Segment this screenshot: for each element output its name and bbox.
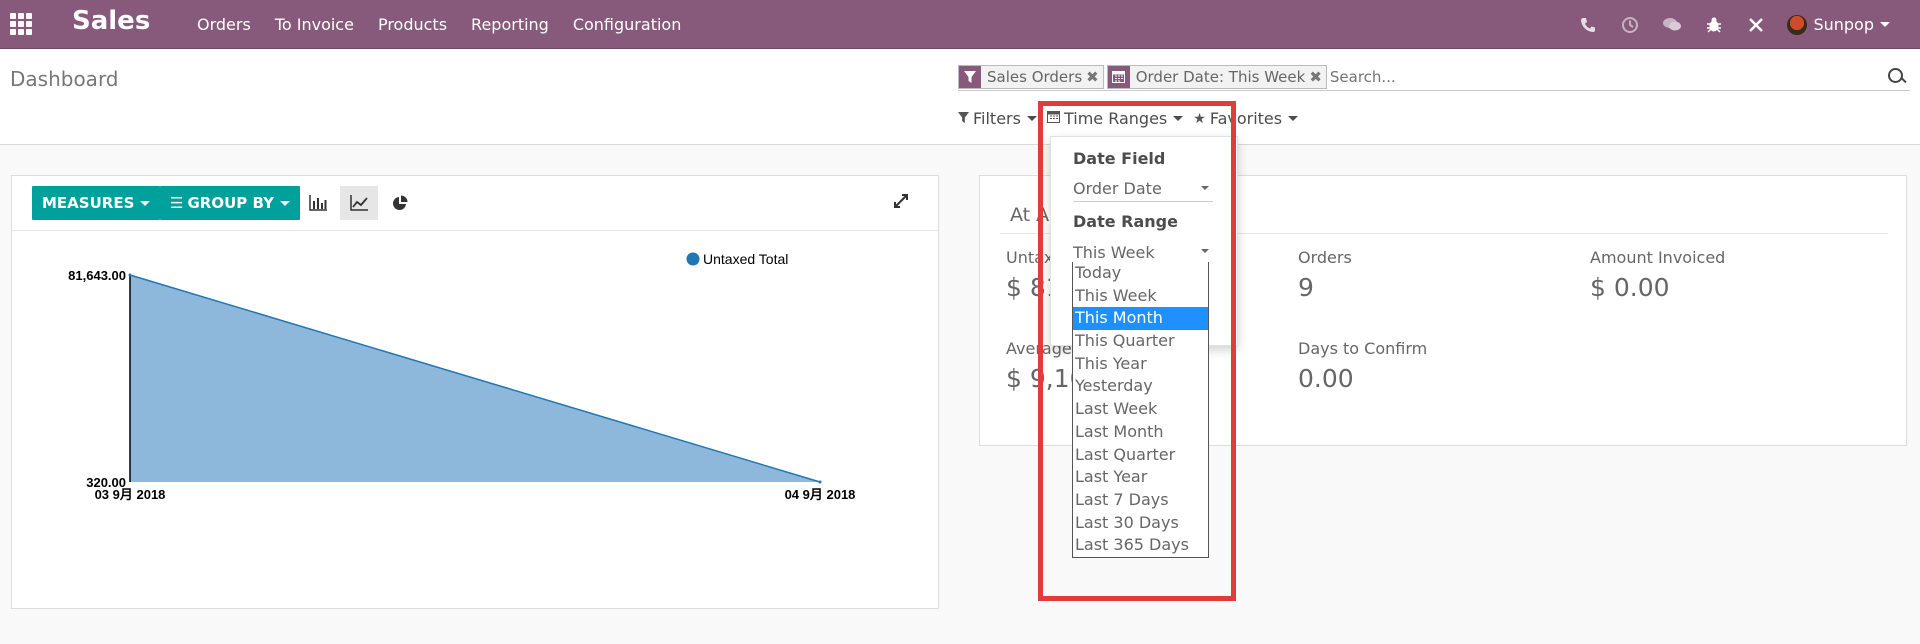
date-range-option[interactable]: Last Year — [1073, 466, 1208, 489]
search-bar: Sales Orders ✖ Order Date: This Week ✖ — [958, 63, 1910, 91]
user-menu[interactable]: Sunpop — [1787, 14, 1890, 35]
chevron-down-icon — [1026, 116, 1037, 121]
menu-item-products[interactable]: Products — [378, 15, 447, 34]
date-range-option[interactable]: This Quarter — [1073, 330, 1208, 353]
chevron-down-icon — [1288, 116, 1299, 121]
filter-icon — [959, 65, 981, 88]
legend-label: Untaxed Total — [703, 251, 788, 267]
legend-marker — [686, 252, 700, 266]
x-tick-label: 03 9月 2018 — [95, 487, 166, 502]
filters-toggle[interactable]: Filters — [958, 109, 1037, 128]
date-field-heading: Date Field — [1073, 149, 1166, 168]
phone-icon[interactable] — [1577, 14, 1599, 36]
date-range-option[interactable]: This Month — [1073, 307, 1208, 331]
favorites-label: Favorites — [1209, 109, 1283, 128]
control-panel: Dashboard Sales Orders ✖ Order Date: Thi… — [0, 49, 1920, 145]
bar-chart-icon[interactable] — [299, 186, 337, 220]
data-point — [128, 273, 132, 277]
list-icon: ☰ — [170, 194, 184, 212]
stat-value: $ 0.00 — [1590, 273, 1670, 302]
tools-icon[interactable] — [1745, 14, 1767, 36]
graph-toolbar: MEASURES ☰ GROUP BY — [12, 176, 938, 231]
stat-value: 9 — [1298, 273, 1314, 302]
chevron-down-icon — [1173, 116, 1184, 121]
user-name: Sunpop — [1813, 15, 1874, 34]
date-range-option[interactable]: Last Month — [1073, 421, 1208, 444]
y-tick-label: 81,643.00 — [68, 268, 126, 283]
calendar-icon — [1046, 110, 1060, 127]
date-range-value: This Week — [1073, 242, 1155, 262]
search-icon[interactable] — [1886, 66, 1908, 88]
stat-label: Amount Invoiced — [1590, 248, 1726, 267]
stat-label: Orders — [1298, 248, 1352, 267]
date-range-option[interactable]: Last 7 Days — [1073, 489, 1208, 512]
chat-icon[interactable] — [1661, 14, 1683, 36]
graph-panel: MEASURES ☰ GROUP BY 81,643.00 320.00 03 9月… — [11, 175, 939, 609]
systray: Sunpop — [1577, 0, 1920, 49]
date-range-option[interactable]: Last 30 Days — [1073, 512, 1208, 535]
date-range-option[interactable]: Today — [1073, 262, 1208, 285]
close-icon[interactable]: ✖ — [1086, 66, 1103, 88]
apps-grid-icon[interactable] — [10, 13, 32, 35]
date-range-option[interactable]: Last Quarter — [1073, 444, 1208, 467]
date-field-value: Order Date — [1073, 179, 1162, 198]
chevron-down-icon — [1880, 22, 1890, 27]
stat-days-to-confirm[interactable]: Days to Confirm 0.00 — [1298, 339, 1427, 393]
chevron-down-icon — [1201, 186, 1209, 190]
line-chart-icon[interactable] — [340, 186, 378, 220]
stat-value: 0.00 — [1298, 364, 1354, 393]
avatar — [1787, 14, 1808, 35]
facet-label: Sales Orders — [987, 67, 1083, 86]
date-range-option[interactable]: Last 365 Days — [1073, 534, 1208, 557]
filters-label: Filters — [973, 109, 1021, 128]
close-icon[interactable]: ✖ — [1309, 66, 1326, 88]
calendar-icon — [1107, 65, 1130, 88]
stat-orders[interactable]: Orders 9 — [1298, 248, 1352, 302]
star-icon: ★ — [1193, 110, 1206, 127]
search-options: Filters Time Ranges ★ Favorites — [958, 109, 1308, 128]
time-ranges-label: Time Ranges — [1063, 109, 1168, 128]
clock-icon[interactable] — [1619, 14, 1641, 36]
group-by-label: GROUP BY — [187, 194, 274, 212]
facet-order-date[interactable]: Order Date: This Week ✖ — [1106, 64, 1327, 89]
date-field-select[interactable]: Order Date — [1073, 176, 1213, 202]
date-range-option[interactable]: Yesterday — [1073, 375, 1208, 398]
date-range-option[interactable]: Last Week — [1073, 398, 1208, 421]
measures-button[interactable]: MEASURES — [32, 186, 161, 220]
chevron-down-icon — [279, 200, 290, 206]
panel-title: At A — [1010, 204, 1050, 226]
bug-icon[interactable] — [1703, 14, 1725, 36]
x-tick-label: 04 9月 2018 — [785, 487, 856, 502]
facet-label: Order Date: This Week — [1135, 67, 1306, 86]
chevron-down-icon — [140, 200, 151, 206]
menu-item-reporting[interactable]: Reporting — [471, 15, 549, 34]
pie-chart-icon[interactable] — [381, 186, 419, 220]
favorites-toggle[interactable]: ★ Favorites — [1193, 109, 1299, 128]
top-navbar: Sales Orders To Invoice Products Reporti… — [0, 0, 1920, 49]
stat-amount-invoiced[interactable]: Amount Invoiced $ 0.00 — [1590, 248, 1725, 302]
area-chart: 81,643.00320.0003 9月 2018 04 9月 2018Untax… — [68, 251, 856, 502]
menu-item-configuration[interactable]: Configuration — [573, 15, 682, 34]
date-range-option[interactable]: This Week — [1073, 285, 1208, 308]
main-menu: Orders To Invoice Products Reporting Con… — [197, 0, 705, 49]
menu-item-orders[interactable]: Orders — [197, 15, 251, 34]
data-point — [818, 480, 822, 484]
group-by-button[interactable]: ☰ GROUP BY — [160, 186, 300, 220]
date-range-option[interactable]: This Year — [1073, 353, 1208, 376]
chevron-down-icon — [1201, 249, 1209, 253]
time-ranges-toggle[interactable]: Time Ranges — [1046, 109, 1184, 128]
measures-label: MEASURES — [42, 194, 135, 212]
breadcrumb: Dashboard — [10, 67, 119, 91]
app-name: Sales — [72, 6, 151, 36]
filter-icon — [958, 111, 969, 127]
menu-item-to-invoice[interactable]: To Invoice — [275, 15, 354, 34]
date-range-heading: Date Range — [1073, 212, 1178, 231]
stat-label: Days to Confirm — [1298, 339, 1428, 358]
date-range-options: Today This Week This Month This Quarter This… — [1072, 262, 1209, 558]
expand-icon[interactable] — [892, 192, 912, 212]
facet-sales-orders[interactable]: Sales Orders ✖ — [958, 64, 1104, 89]
search-input[interactable] — [1329, 64, 1886, 89]
